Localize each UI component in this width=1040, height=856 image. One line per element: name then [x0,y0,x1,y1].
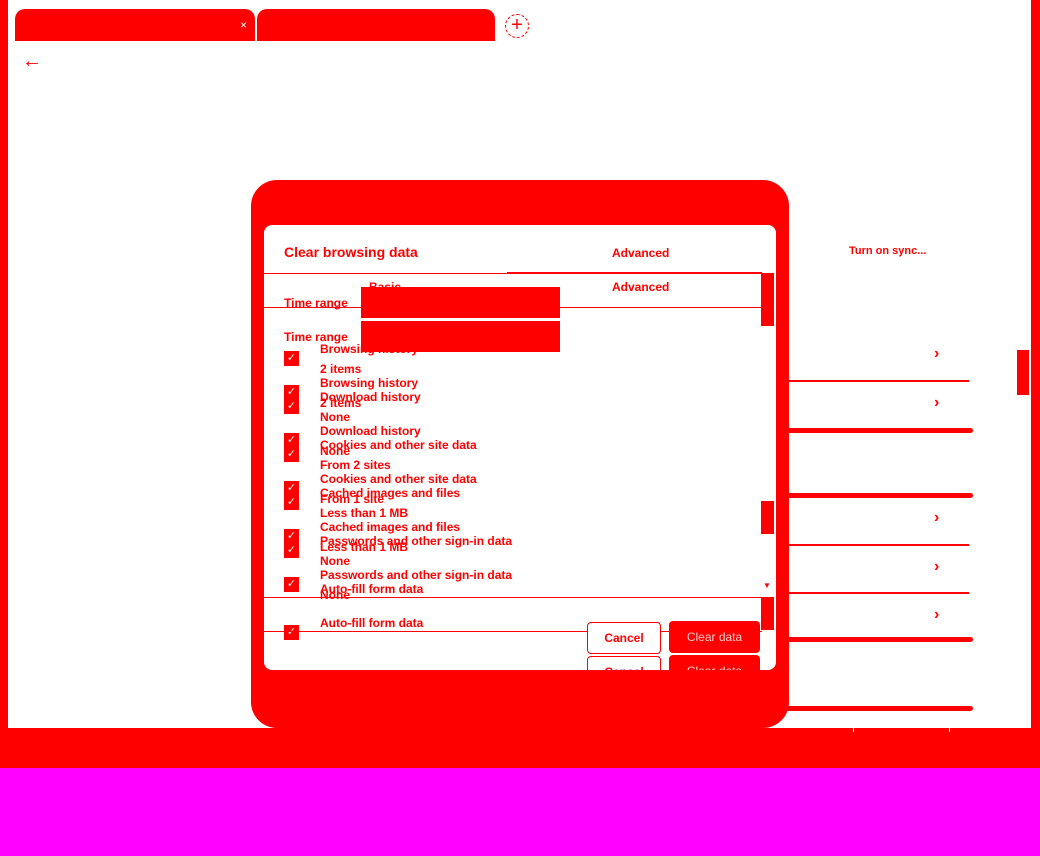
item-title: Browsing history [320,342,419,356]
divider [264,273,507,274]
chevron-right-icon[interactable]: › [934,606,939,624]
time-range-select[interactable] [361,287,560,318]
close-tab-icon[interactable]: × [240,18,247,32]
item-detail: None [320,588,350,602]
item-title: Browsing history [320,376,419,390]
item-title: Cookies and other site data [320,472,477,486]
tab-advanced[interactable]: Advanced [612,280,669,294]
new-tab-icon[interactable]: + [505,14,529,38]
divider [776,592,969,594]
checkbox-cached-images[interactable]: ✓ [284,481,299,496]
scrollbar-thumb[interactable] [761,501,774,534]
item-detail: None [320,444,350,458]
clear-data-button[interactable]: Clear data [669,621,760,653]
tab-indicator [507,272,762,274]
page-scrollbar-thumb[interactable] [1017,350,1029,395]
section-border [776,493,973,498]
chevron-right-icon[interactable]: › [934,509,939,527]
item-detail: Less than 1 MB [320,540,409,554]
section-border [776,428,973,433]
item-detail: None [320,554,350,568]
section-border [776,706,973,711]
browser-tab-active[interactable]: × [15,9,255,41]
item-detail: None [320,410,350,424]
scrollbar-thumb[interactable] [761,597,774,630]
section-border [776,637,973,642]
item-detail: 2 items [320,396,362,410]
back-arrow-icon[interactable]: ← [22,50,42,73]
checkbox-cookies[interactable]: ✓ [284,447,299,462]
divider [264,597,762,598]
chevron-right-icon[interactable]: › [934,558,939,576]
checkbox-passwords[interactable]: ✓ [284,529,299,544]
checkbox-cached-images[interactable]: ✓ [284,495,299,510]
item-title: Cached images and files [320,520,461,534]
item-title: Auto-fill form data [320,616,424,630]
divider [776,380,969,382]
scroll-down-icon[interactable]: ▼ [763,581,771,590]
cancel-button[interactable]: Cancel [587,656,661,670]
clear-data-button[interactable]: Clear data [669,655,760,670]
turn-on-sync-button[interactable]: Turn on sync... [849,245,926,257]
settings-button-outline[interactable] [853,723,950,732]
scrollbar-thumb[interactable] [761,273,774,308]
item-detail: 2 items [320,362,362,376]
checkbox-download-history[interactable]: ✓ [284,385,299,400]
chevron-right-icon[interactable]: › [934,394,939,412]
browser-tab[interactable] [257,9,495,41]
clear-browsing-data-dialog: Clear browsing data Basic Advanced Advan… [264,225,776,670]
checkbox-cookies[interactable]: ✓ [284,433,299,448]
scrollbar-track[interactable] [761,308,774,326]
cancel-button[interactable]: Cancel [587,622,661,654]
dialog-title: Clear browsing data [284,244,418,260]
tab-advanced[interactable]: Advanced [612,246,669,260]
item-title: Passwords and other sign-in data [320,568,513,582]
time-range-label: Time range [284,296,348,310]
divider [776,544,969,546]
item-title: Download history [320,424,421,438]
checkbox-passwords[interactable]: ✓ [284,543,299,558]
checkbox-download-history[interactable]: ✓ [284,399,299,414]
bottom-bar [0,728,1040,768]
checkbox-autofill[interactable]: ✓ [284,625,299,640]
item-detail: From 1 site [320,492,385,506]
item-detail: From 2 sites [320,458,391,472]
item-detail: Less than 1 MB [320,506,409,520]
checkbox-browsing-history[interactable]: ✓ [284,351,299,366]
chevron-right-icon[interactable]: › [934,345,939,363]
checkbox-autofill[interactable]: ✓ [284,577,299,592]
